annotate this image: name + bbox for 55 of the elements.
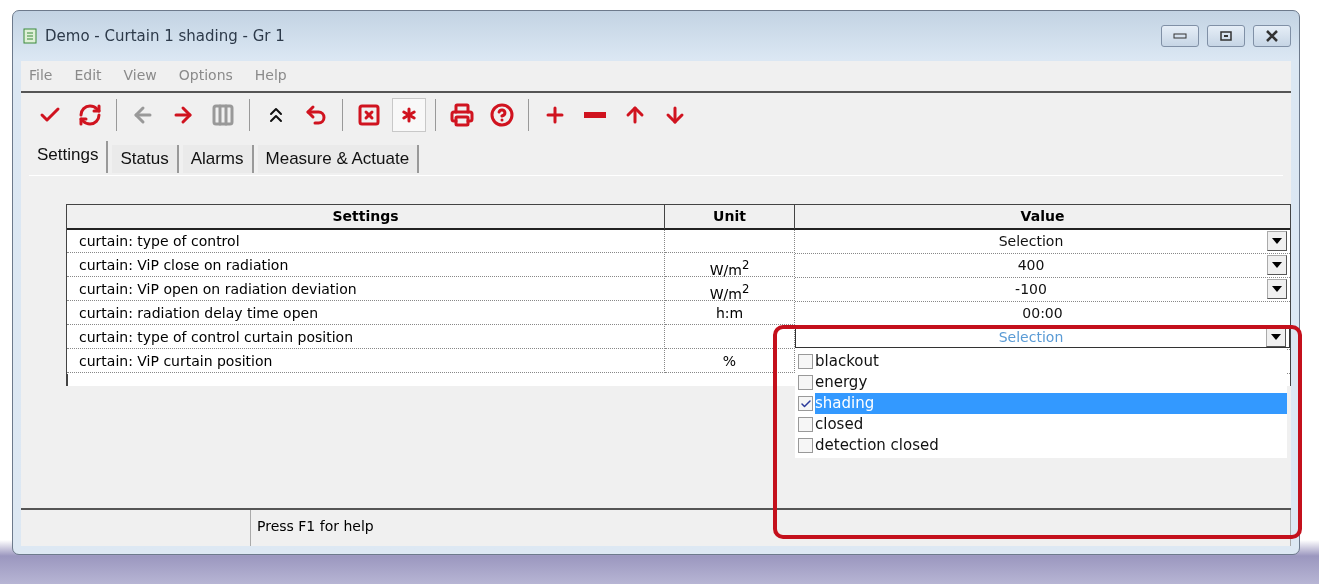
value-cell: -100 <box>795 278 1290 300</box>
checkbox[interactable] <box>798 396 813 411</box>
table-cell: curtain: ViP curtain position <box>67 350 665 373</box>
close-icon <box>1265 30 1279 42</box>
minus-icon <box>584 112 606 118</box>
dropdown-button[interactable] <box>1267 255 1287 275</box>
table-cell: curtain: type of control curtain position <box>67 326 665 349</box>
value-cell: 400 <box>795 254 1290 276</box>
undo-icon <box>304 103 328 127</box>
table-cell: curtain: ViP open on radiation deviation <box>67 278 665 301</box>
dropdown-option[interactable]: energy <box>815 372 1287 393</box>
dropdown-button[interactable] <box>1266 327 1286 347</box>
minimize-button[interactable] <box>1161 25 1199 47</box>
tab[interactable]: Alarms <box>182 145 254 173</box>
dropdown-arrow-icon <box>1272 238 1282 244</box>
status-pane: Press F1 for help <box>251 510 1291 546</box>
table-cell: h:m <box>665 302 795 325</box>
tab[interactable]: Measure & Actuate <box>257 145 420 173</box>
window-title: Demo - Curtain 1 shading - Gr 1 <box>45 27 286 45</box>
dropdown-option[interactable]: closed <box>815 414 1287 435</box>
table-cell: % <box>665 350 795 373</box>
value-cell-text: 00:00 <box>1021 304 1064 323</box>
checkbox[interactable] <box>798 438 813 453</box>
dropdown-button[interactable] <box>1267 231 1287 251</box>
maximize-icon <box>1220 31 1232 41</box>
dropdown-arrow-icon <box>1272 262 1282 268</box>
dropdown-arrow-icon <box>1271 334 1281 340</box>
checkmark-icon <box>799 397 812 410</box>
toolbar-button[interactable] <box>392 98 426 132</box>
checkbox[interactable] <box>798 354 813 369</box>
help-icon <box>490 103 514 127</box>
dropdown-option[interactable]: blackout <box>815 351 1287 372</box>
table-cell: W/m$^{2}$ <box>665 278 795 301</box>
dropdown-arrow-icon <box>1272 286 1282 292</box>
table-cell: curtain: type of control <box>67 230 665 253</box>
table-cell: curtain: radiation delay time open <box>67 302 665 325</box>
columns-icon <box>211 103 235 127</box>
minimize-icon <box>1173 33 1187 39</box>
maximize-button[interactable] <box>1207 25 1245 47</box>
x-box-icon <box>357 103 381 127</box>
tab[interactable]: Status <box>112 145 179 173</box>
checkbox[interactable] <box>798 375 813 390</box>
printer-icon <box>450 103 474 127</box>
column-header[interactable]: Unit <box>665 205 795 230</box>
value-cell: Selection <box>795 230 1290 252</box>
dropdown-option[interactable]: detection closed <box>815 435 1287 456</box>
dropdown-button[interactable] <box>1267 279 1287 299</box>
refresh-icon <box>78 103 102 127</box>
document-icon <box>23 28 37 44</box>
close-button[interactable] <box>1253 25 1291 47</box>
table-cell: curtain: ViP close on radiation <box>67 254 665 277</box>
table-cell: W/m$^{2}$ <box>665 254 795 277</box>
column-header[interactable]: Value <box>795 205 1290 230</box>
checkbox[interactable] <box>798 417 813 432</box>
column-header[interactable]: Settings <box>67 205 665 230</box>
